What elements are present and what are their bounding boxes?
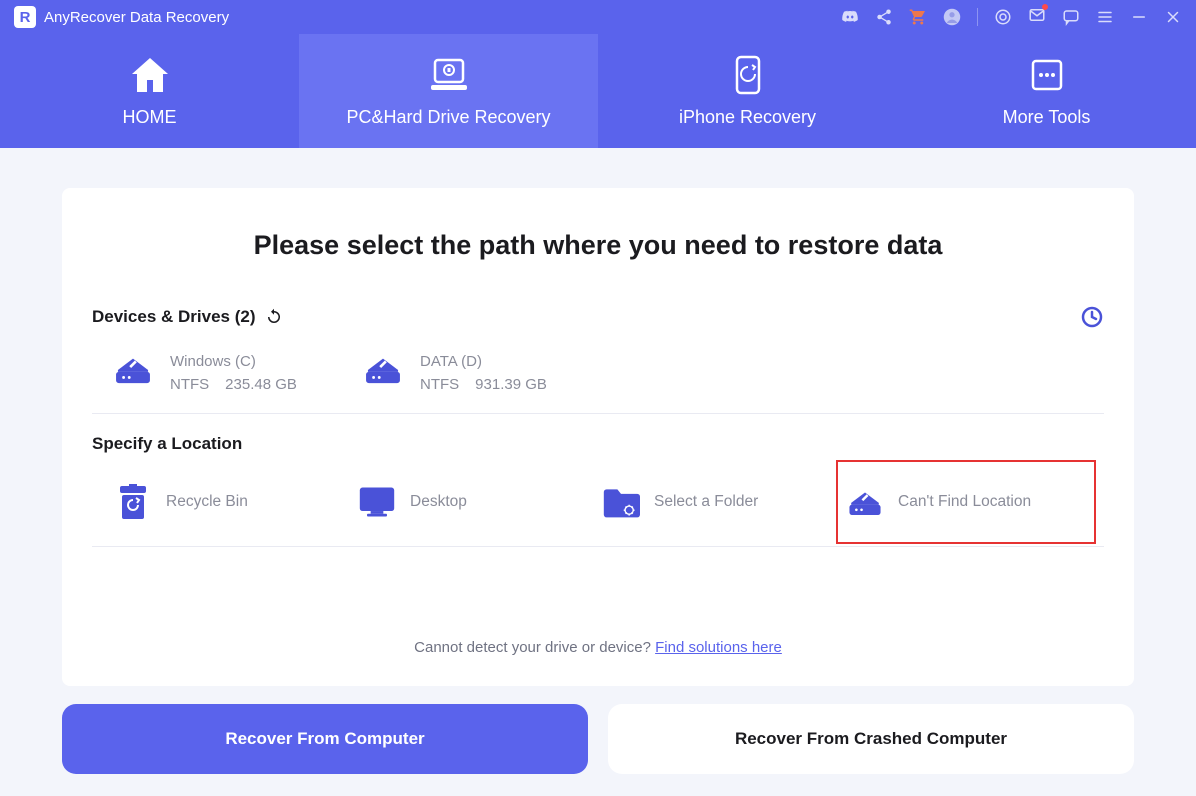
drive-search-icon <box>846 484 884 520</box>
cart-icon[interactable] <box>909 8 927 26</box>
folder-gear-icon <box>602 484 640 520</box>
desktop-icon <box>358 484 396 520</box>
tab-pc-recovery-label: PC&Hard Drive Recovery <box>346 107 550 128</box>
minimize-icon[interactable] <box>1130 8 1148 26</box>
find-solutions-link[interactable]: Find solutions here <box>655 639 782 656</box>
locations-list: Recycle Bin Desktop Select a Folder Can'… <box>92 472 1104 547</box>
location-label: Recycle Bin <box>166 493 248 511</box>
close-icon[interactable] <box>1164 8 1182 26</box>
phone-icon <box>733 55 763 95</box>
recycle-bin-icon <box>114 484 152 520</box>
location-select-folder[interactable]: Select a Folder <box>600 482 844 522</box>
drive-fs: NTFS <box>170 376 209 393</box>
more-tools-icon <box>1029 55 1065 95</box>
drive-size: 931.39 GB <box>475 376 547 393</box>
location-label: Can't Find Location <box>898 493 1031 511</box>
tab-home-label: HOME <box>123 107 177 128</box>
recover-from-crashed-button[interactable]: Recover From Crashed Computer <box>608 704 1134 774</box>
drive-icon <box>112 353 154 385</box>
specify-section-title: Specify a Location <box>92 434 1104 454</box>
share-icon[interactable] <box>875 8 893 26</box>
location-label: Select a Folder <box>654 493 758 511</box>
home-icon <box>129 55 171 95</box>
account-icon[interactable] <box>943 8 961 26</box>
tab-pc-recovery[interactable]: PC&Hard Drive Recovery <box>299 34 598 148</box>
window-controls <box>841 6 1182 29</box>
app-title: AnyRecover Data Recovery <box>44 9 229 26</box>
location-desktop[interactable]: Desktop <box>356 482 600 522</box>
detect-text: Cannot detect your drive or device? <box>414 639 655 656</box>
drive-name: DATA (D) <box>420 353 547 370</box>
monitor-icon <box>429 55 469 95</box>
drive-icon <box>362 353 404 385</box>
menu-icon[interactable] <box>1096 8 1114 26</box>
main-panel: Please select the path where you need to… <box>62 188 1134 686</box>
drive-name: Windows (C) <box>170 353 297 370</box>
page-heading: Please select the path where you need to… <box>92 230 1104 261</box>
mail-button[interactable] <box>1028 6 1046 29</box>
devices-section-header: Devices & Drives (2) <box>92 305 1104 329</box>
tab-home[interactable]: HOME <box>0 34 299 148</box>
drives-list: Windows (C) NTFS 235.48 GB DATA (D) NTFS… <box>92 343 1104 414</box>
history-icon[interactable] <box>1080 305 1104 329</box>
refresh-icon[interactable] <box>265 308 283 326</box>
nav-tabs: HOME PC&Hard Drive Recovery iPhone Recov… <box>0 34 1196 148</box>
tab-more-tools[interactable]: More Tools <box>897 34 1196 148</box>
bottom-button-row: Recover From Computer Recover From Crash… <box>62 704 1134 774</box>
titlebar: R AnyRecover Data Recovery <box>0 0 1196 34</box>
target-icon[interactable] <box>994 8 1012 26</box>
tab-iphone-recovery[interactable]: iPhone Recovery <box>598 34 897 148</box>
drive-windows-c[interactable]: Windows (C) NTFS 235.48 GB <box>112 353 362 393</box>
devices-section-title: Devices & Drives (2) <box>92 307 283 327</box>
location-recycle-bin[interactable]: Recycle Bin <box>112 482 356 522</box>
drive-fs: NTFS <box>420 376 459 393</box>
location-label: Desktop <box>410 493 467 511</box>
tab-iphone-recovery-label: iPhone Recovery <box>679 107 816 128</box>
drive-size: 235.48 GB <box>225 376 297 393</box>
title-area: R AnyRecover Data Recovery <box>14 6 229 28</box>
discord-icon[interactable] <box>841 8 859 26</box>
feedback-icon[interactable] <box>1062 8 1080 26</box>
mail-notification-dot <box>1042 4 1048 10</box>
detect-help-line: Cannot detect your drive or device? Find… <box>92 639 1104 656</box>
tab-more-tools-label: More Tools <box>1003 107 1091 128</box>
divider <box>977 8 978 26</box>
devices-section-text: Devices & Drives (2) <box>92 307 255 327</box>
recover-from-computer-button[interactable]: Recover From Computer <box>62 704 588 774</box>
app-logo-icon: R <box>14 6 36 28</box>
location-cant-find[interactable]: Can't Find Location <box>836 460 1096 544</box>
drive-data-d[interactable]: DATA (D) NTFS 931.39 GB <box>362 353 612 393</box>
